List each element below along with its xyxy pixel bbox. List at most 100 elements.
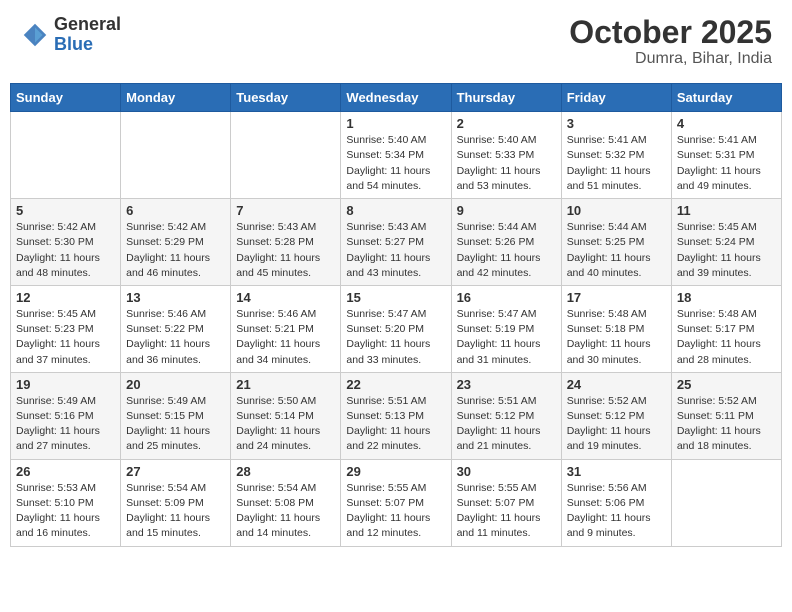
day-number: 8 [346, 203, 445, 218]
day-number: 18 [677, 290, 776, 305]
day-number: 23 [457, 377, 556, 392]
calendar-cell: 8 Sunrise: 5:43 AMSunset: 5:27 PMDaylight… [341, 199, 451, 286]
day-info: Sunrise: 5:41 AMSunset: 5:31 PMDaylight:… [677, 133, 776, 194]
calendar-cell: 3 Sunrise: 5:41 AMSunset: 5:32 PMDaylight… [561, 112, 671, 199]
day-number: 10 [567, 203, 666, 218]
calendar-cell: 22 Sunrise: 5:51 AMSunset: 5:13 PMDayligh… [341, 372, 451, 459]
calendar-cell: 24 Sunrise: 5:52 AMSunset: 5:12 PMDayligh… [561, 372, 671, 459]
calendar-cell: 12 Sunrise: 5:45 AMSunset: 5:23 PMDayligh… [11, 285, 121, 372]
day-number: 14 [236, 290, 335, 305]
day-number: 28 [236, 464, 335, 479]
logo: General Blue [20, 15, 121, 55]
calendar-table: SundayMondayTuesdayWednesdayThursdayFrid… [10, 83, 782, 546]
day-info: Sunrise: 5:45 AMSunset: 5:24 PMDaylight:… [677, 220, 776, 281]
day-header-tuesday: Tuesday [231, 84, 341, 112]
day-info: Sunrise: 5:55 AMSunset: 5:07 PMDaylight:… [346, 481, 445, 542]
calendar-cell: 4 Sunrise: 5:41 AMSunset: 5:31 PMDaylight… [671, 112, 781, 199]
day-number: 29 [346, 464, 445, 479]
day-info: Sunrise: 5:45 AMSunset: 5:23 PMDaylight:… [16, 307, 115, 368]
calendar-cell: 10 Sunrise: 5:44 AMSunset: 5:25 PMDayligh… [561, 199, 671, 286]
day-info: Sunrise: 5:52 AMSunset: 5:11 PMDaylight:… [677, 394, 776, 455]
calendar-cell: 26 Sunrise: 5:53 AMSunset: 5:10 PMDayligh… [11, 459, 121, 546]
day-info: Sunrise: 5:52 AMSunset: 5:12 PMDaylight:… [567, 394, 666, 455]
day-info: Sunrise: 5:46 AMSunset: 5:21 PMDaylight:… [236, 307, 335, 368]
day-number: 20 [126, 377, 225, 392]
day-info: Sunrise: 5:51 AMSunset: 5:12 PMDaylight:… [457, 394, 556, 455]
calendar-cell: 17Sunrise: 5:48 AMSunset: 5:18 PMDayligh… [561, 285, 671, 372]
calendar-cell: 14 Sunrise: 5:46 AMSunset: 5:21 PMDayligh… [231, 285, 341, 372]
day-info: Sunrise: 5:47 AMSunset: 5:19 PMDaylight:… [457, 307, 556, 368]
day-header-thursday: Thursday [451, 84, 561, 112]
calendar-cell: 1 Sunrise: 5:40 AMSunset: 5:34 PMDaylight… [341, 112, 451, 199]
day-info: Sunrise: 5:43 AMSunset: 5:27 PMDaylight:… [346, 220, 445, 281]
day-info: Sunrise: 5:53 AMSunset: 5:10 PMDaylight:… [16, 481, 115, 542]
day-info: Sunrise: 5:48 AMSunset: 5:18 PMDaylight:… [567, 307, 666, 368]
week-row-1: 1 Sunrise: 5:40 AMSunset: 5:34 PMDaylight… [11, 112, 782, 199]
calendar-cell: 27 Sunrise: 5:54 AMSunset: 5:09 PMDayligh… [121, 459, 231, 546]
day-number: 26 [16, 464, 115, 479]
day-info: Sunrise: 5:43 AMSunset: 5:28 PMDaylight:… [236, 220, 335, 281]
calendar-cell [231, 112, 341, 199]
logo-text: General Blue [54, 15, 121, 55]
week-row-5: 26 Sunrise: 5:53 AMSunset: 5:10 PMDayligh… [11, 459, 782, 546]
day-info: Sunrise: 5:40 AMSunset: 5:34 PMDaylight:… [346, 133, 445, 194]
calendar-cell: 31Sunrise: 5:56 AMSunset: 5:06 PMDayligh… [561, 459, 671, 546]
day-number: 13 [126, 290, 225, 305]
day-info: Sunrise: 5:56 AMSunset: 5:06 PMDaylight:… [567, 481, 666, 542]
calendar-cell: 30Sunrise: 5:55 AMSunset: 5:07 PMDayligh… [451, 459, 561, 546]
week-row-2: 5 Sunrise: 5:42 AMSunset: 5:30 PMDaylight… [11, 199, 782, 286]
day-number: 16 [457, 290, 556, 305]
day-number: 2 [457, 116, 556, 131]
calendar-cell: 28 Sunrise: 5:54 AMSunset: 5:08 PMDayligh… [231, 459, 341, 546]
calendar-header-row: SundayMondayTuesdayWednesdayThursdayFrid… [11, 84, 782, 112]
day-number: 24 [567, 377, 666, 392]
header: General Blue October 2025 Dumra, Bihar, … [10, 10, 782, 73]
day-number: 12 [16, 290, 115, 305]
day-number: 4 [677, 116, 776, 131]
calendar-cell: 19Sunrise: 5:49 AMSunset: 5:16 PMDayligh… [11, 372, 121, 459]
day-number: 22 [346, 377, 445, 392]
day-header-saturday: Saturday [671, 84, 781, 112]
day-number: 3 [567, 116, 666, 131]
calendar-cell: 6Sunrise: 5:42 AMSunset: 5:29 PMDaylight… [121, 199, 231, 286]
day-info: Sunrise: 5:42 AMSunset: 5:29 PMDaylight:… [126, 220, 225, 281]
week-row-4: 19Sunrise: 5:49 AMSunset: 5:16 PMDayligh… [11, 372, 782, 459]
day-info: Sunrise: 5:49 AMSunset: 5:16 PMDaylight:… [16, 394, 115, 455]
day-info: Sunrise: 5:41 AMSunset: 5:32 PMDaylight:… [567, 133, 666, 194]
day-info: Sunrise: 5:50 AMSunset: 5:14 PMDaylight:… [236, 394, 335, 455]
day-number: 9 [457, 203, 556, 218]
calendar-cell: 7 Sunrise: 5:43 AMSunset: 5:28 PMDaylight… [231, 199, 341, 286]
calendar-cell: 21 Sunrise: 5:50 AMSunset: 5:14 PMDayligh… [231, 372, 341, 459]
calendar-cell: 11 Sunrise: 5:45 AMSunset: 5:24 PMDayligh… [671, 199, 781, 286]
calendar-cell [121, 112, 231, 199]
day-number: 15 [346, 290, 445, 305]
day-number: 7 [236, 203, 335, 218]
day-number: 30 [457, 464, 556, 479]
logo-icon [20, 20, 50, 50]
day-number: 11 [677, 203, 776, 218]
day-info: Sunrise: 5:44 AMSunset: 5:25 PMDaylight:… [567, 220, 666, 281]
calendar-cell [11, 112, 121, 199]
day-info: Sunrise: 5:48 AMSunset: 5:17 PMDaylight:… [677, 307, 776, 368]
calendar-cell: 13Sunrise: 5:46 AMSunset: 5:22 PMDayligh… [121, 285, 231, 372]
day-info: Sunrise: 5:49 AMSunset: 5:15 PMDaylight:… [126, 394, 225, 455]
day-info: Sunrise: 5:42 AMSunset: 5:30 PMDaylight:… [16, 220, 115, 281]
week-row-3: 12 Sunrise: 5:45 AMSunset: 5:23 PMDayligh… [11, 285, 782, 372]
day-number: 1 [346, 116, 445, 131]
calendar-cell: 2Sunrise: 5:40 AMSunset: 5:33 PMDaylight… [451, 112, 561, 199]
calendar-cell [671, 459, 781, 546]
calendar-cell: 9 Sunrise: 5:44 AMSunset: 5:26 PMDaylight… [451, 199, 561, 286]
day-number: 5 [16, 203, 115, 218]
day-header-wednesday: Wednesday [341, 84, 451, 112]
day-number: 25 [677, 377, 776, 392]
calendar-cell: 25 Sunrise: 5:52 AMSunset: 5:11 PMDayligh… [671, 372, 781, 459]
day-number: 27 [126, 464, 225, 479]
month-title: October 2025 [569, 15, 772, 50]
calendar-cell: 29 Sunrise: 5:55 AMSunset: 5:07 PMDayligh… [341, 459, 451, 546]
day-info: Sunrise: 5:51 AMSunset: 5:13 PMDaylight:… [346, 394, 445, 455]
day-info: Sunrise: 5:44 AMSunset: 5:26 PMDaylight:… [457, 220, 556, 281]
day-info: Sunrise: 5:54 AMSunset: 5:08 PMDaylight:… [236, 481, 335, 542]
day-number: 21 [236, 377, 335, 392]
day-header-friday: Friday [561, 84, 671, 112]
day-info: Sunrise: 5:54 AMSunset: 5:09 PMDaylight:… [126, 481, 225, 542]
